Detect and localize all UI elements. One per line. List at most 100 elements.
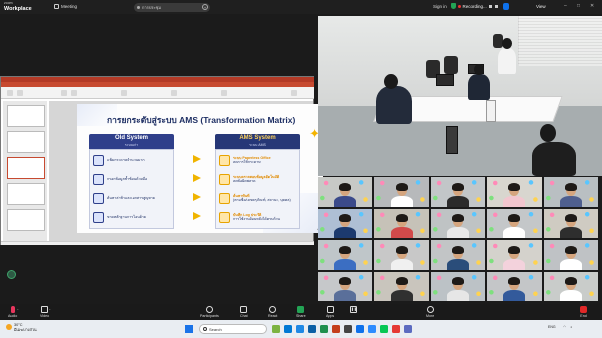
participant-video-tile[interactable]: [430, 240, 486, 270]
chevron-up-icon[interactable]: ^: [49, 308, 50, 312]
copilot-icon[interactable]: [272, 325, 280, 333]
missing-evidence-icon: [93, 211, 104, 223]
teams-icon[interactable]: [404, 325, 412, 333]
old-system-header: Old System ระบบเก่า: [89, 134, 174, 149]
edge-icon[interactable]: [296, 325, 304, 333]
word-icon[interactable]: [308, 325, 316, 333]
participant-video-tile[interactable]: [318, 208, 373, 238]
view-button[interactable]: View: [536, 4, 546, 9]
ribbon-bold-icon[interactable]: [71, 90, 77, 96]
participant-video-tile[interactable]: [374, 240, 429, 270]
language-indicator[interactable]: ENG: [548, 325, 556, 329]
file-explorer-icon[interactable]: [284, 325, 292, 333]
ribbon-paste-icon[interactable]: [7, 90, 13, 96]
minimize-icon[interactable]: –: [564, 3, 567, 9]
recording-label: Recording...: [462, 4, 487, 9]
old-row-text: ค้นหาล่าช้าและเอกสารสูญหาย: [107, 195, 155, 200]
app-icon[interactable]: [344, 325, 352, 333]
slide-thumbnail[interactable]: [7, 209, 45, 231]
participant-video-tile[interactable]: [487, 177, 542, 207]
participant-video-tile[interactable]: [318, 177, 373, 207]
active-speaker-video[interactable]: [318, 16, 602, 176]
meeting-tab[interactable]: Meeting: [54, 4, 77, 9]
participant-hair: [564, 245, 577, 254]
volume-icon[interactable]: ◖: [570, 325, 572, 329]
slide-canvas[interactable]: การยกระดับสู่ระบบ AMS (Transformation Ma…: [77, 104, 323, 233]
weather-temp: 30°C: [14, 323, 23, 327]
participant-person: [532, 142, 576, 176]
maximize-icon[interactable]: □: [577, 3, 580, 9]
ribbon-designer-icon[interactable]: [291, 90, 297, 96]
participant-video-tile[interactable]: [430, 177, 486, 207]
participant-video-tile[interactable]: [374, 271, 429, 301]
apps-button[interactable]: Apps: [326, 306, 334, 318]
ams-row-strong: ระบบ Paperless Office: [233, 155, 271, 160]
ribbon-slide-icon[interactable]: [17, 90, 23, 96]
participant-hair: [339, 277, 352, 285]
start-button[interactable]: [185, 325, 193, 333]
participant-video-tile[interactable]: [543, 271, 598, 301]
excel-icon[interactable]: [320, 325, 328, 333]
chevron-up-icon[interactable]: ^: [17, 308, 18, 312]
share-button[interactable]: Share: [296, 306, 306, 318]
participant-video-tile[interactable]: [318, 271, 373, 301]
app-icon[interactable]: [392, 325, 400, 333]
taskbar-search-label: Search: [209, 326, 222, 332]
ribbon-paragraph-icon[interactable]: [121, 90, 127, 96]
slide-thumbnail[interactable]: [7, 131, 45, 153]
close-icon[interactable]: ✕: [590, 3, 594, 9]
participant-hair: [564, 277, 577, 285]
slide-thumbnail[interactable]: [7, 183, 45, 205]
powerpoint-status-bar: [1, 241, 314, 245]
participant-body: [390, 227, 413, 238]
share-screen-icon: [297, 306, 305, 313]
taskbar-search[interactable]: Search: [199, 324, 267, 334]
audio-button[interactable]: Audio ^: [8, 306, 18, 318]
wifi-icon[interactable]: ◠: [563, 325, 566, 329]
participant-video-tile[interactable]: [374, 177, 429, 207]
slide-thumbnail[interactable]: [7, 105, 45, 127]
ribbon-font-icon[interactable]: [61, 90, 67, 96]
participant-body: [446, 195, 469, 207]
floating-app-icon[interactable]: [7, 270, 16, 279]
weather-widget[interactable]: 30°C มีเมฆบางส่วน: [6, 323, 37, 333]
slide-thumbnail-selected[interactable]: [7, 157, 45, 179]
zoom-meeting-icon[interactable]: [368, 325, 376, 333]
recording-button[interactable]: ❚❚: [350, 306, 357, 314]
end-call-icon: [580, 306, 587, 313]
zoom-icon[interactable]: [356, 325, 364, 333]
participant-video-tile[interactable]: [487, 240, 542, 270]
participant-video-tile[interactable]: [430, 271, 486, 301]
ribbon-editing-icon[interactable]: [221, 90, 227, 96]
line-icon[interactable]: [380, 325, 388, 333]
participant-body: [503, 258, 526, 270]
participant-video-tile[interactable]: [487, 208, 542, 238]
participants-button[interactable]: Participants: [200, 306, 219, 318]
more-button[interactable]: More: [426, 306, 434, 318]
pause-recording-icon[interactable]: [489, 5, 493, 8]
participant-video-tile[interactable]: [487, 271, 542, 301]
history-log-icon: [219, 211, 230, 223]
participant-video-tile[interactable]: [543, 240, 598, 270]
ams-row-rest: (ตามชื่อ/เลขครุภัณฑ์, สถานะ, บุคคล): [233, 198, 291, 202]
react-button[interactable]: React: [268, 306, 277, 318]
participant-video-tile[interactable]: [543, 177, 598, 207]
participant-hair: [395, 214, 408, 222]
end-button[interactable]: End: [580, 306, 587, 318]
participant-video-tile[interactable]: [543, 208, 598, 238]
microphone-muted-icon: [10, 306, 15, 313]
ribbon-shapes-icon[interactable]: [171, 90, 177, 96]
participant-video-tile[interactable]: [374, 208, 429, 238]
search-input[interactable]: การประชุม +: [134, 2, 210, 12]
new-tab-icon[interactable]: +: [202, 4, 208, 10]
participant-video-tile[interactable]: [318, 240, 373, 270]
recording-indicator[interactable]: Recording...: [458, 4, 498, 9]
participant-video-tile[interactable]: [430, 208, 486, 238]
stop-recording-icon[interactable]: [494, 5, 498, 8]
participant-hair: [395, 182, 408, 191]
powerpoint-icon[interactable]: [332, 325, 340, 333]
video-button[interactable]: Video ^: [40, 306, 50, 318]
sign-in-button[interactable]: Sign in: [433, 4, 447, 9]
paperless-icon: [219, 154, 230, 166]
chat-button[interactable]: Chat: [240, 306, 248, 318]
